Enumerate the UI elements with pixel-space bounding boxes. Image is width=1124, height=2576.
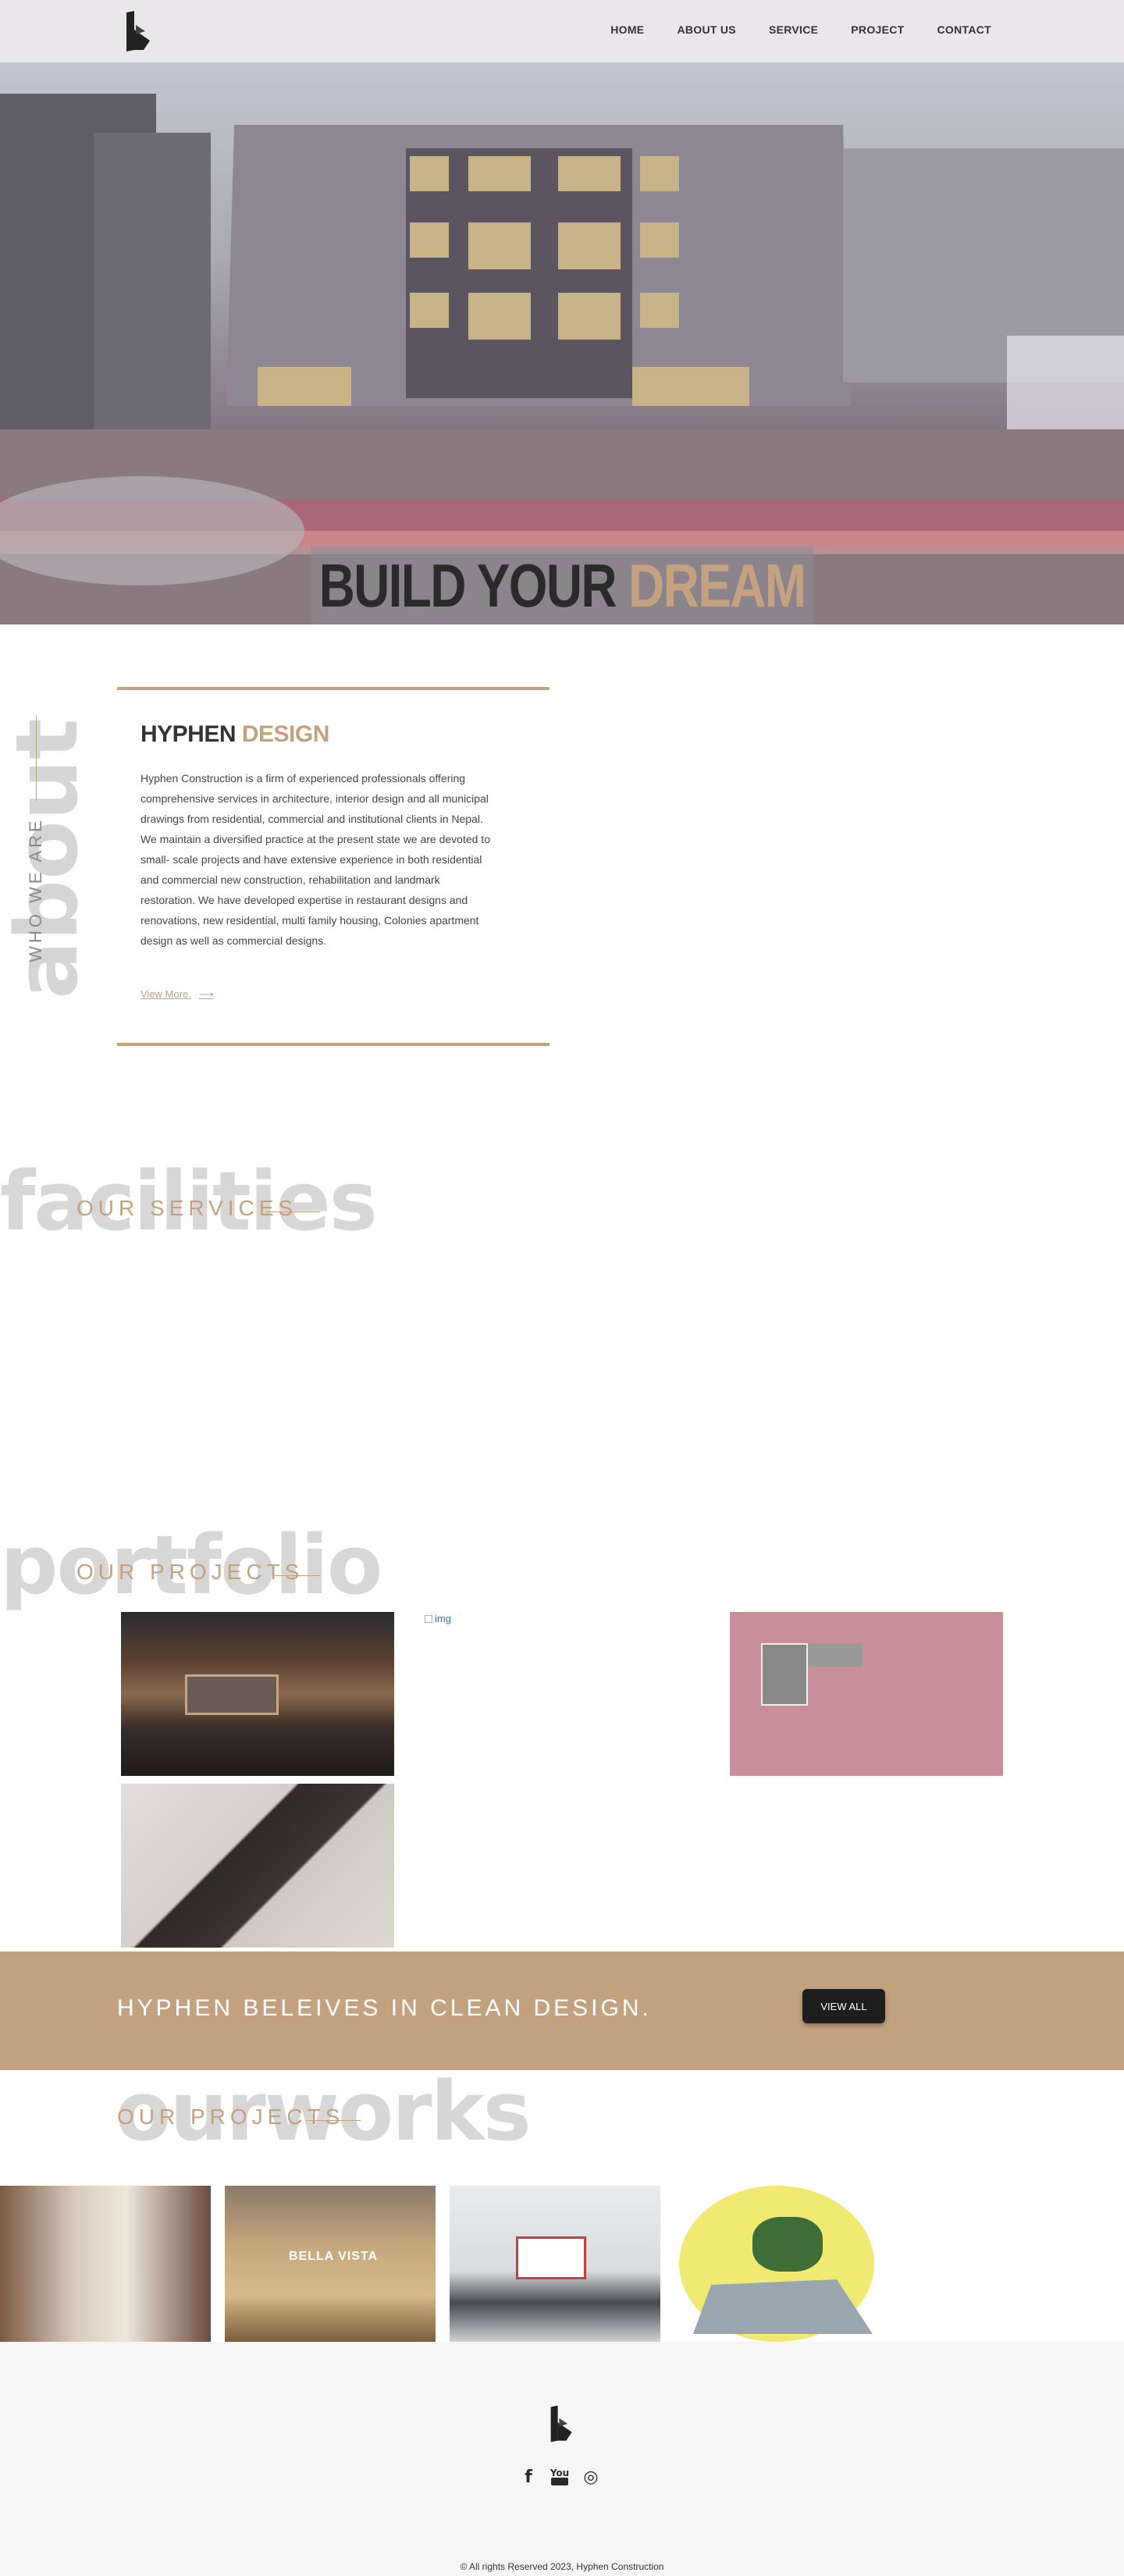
park-tree [752,2217,823,2272]
nav-project[interactable]: PROJECT [851,23,904,36]
view-more-link[interactable]: View More ⟶ [140,988,213,1001]
project-thumb-floor-plan[interactable] [730,1612,1003,1776]
works-label-line [306,2120,361,2121]
instagram-icon[interactable]: ◎ [581,2467,601,2487]
main-nav: HOME ABOUT US SERVICE PROJECT CONTACT [610,23,991,36]
hero-banner: BUILD YOUR DREAM HOUSE [0,62,1124,624]
about-title-gold: DESIGN [241,721,330,747]
page: HOME ABOUT US SERVICE PROJECT CONTACT BU… [0,0,1124,2576]
work-thumb-bella-vista[interactable]: BELLA VISTA [225,2186,436,2342]
view-more-label: View More [140,988,189,1000]
work-thumb-office[interactable] [450,2186,660,2342]
broken-image-icon [425,1615,432,1623]
hero-tagline: BUILD YOUR DREAM HOUSE [311,546,813,624]
about-title-dark: HYPHEN [140,721,237,747]
portfolio-label-line [273,1575,320,1576]
clean-design-banner: HYPHEN BELEIVES IN CLEAN DESIGN. VIEW AL… [0,1952,1124,2070]
footer-logo[interactable] [548,2404,576,2443]
view-all-button[interactable]: VIEW ALL [802,1989,885,2023]
project-thumb-interior[interactable] [121,1612,394,1776]
works-label: OUR PROJECTS [117,2105,345,2129]
arrow-right-icon: ⟶ [198,988,214,1000]
project-thumb-cabinet[interactable] [121,1784,394,1948]
nav-home[interactable]: HOME [610,23,644,36]
copyright-text: © All rights Reserved 2023, Hyphen Const… [460,2561,664,2572]
social-links: f You ◎ [518,2467,601,2487]
portfolio-label: OUR PROJECTS [76,1560,304,1584]
nav-service[interactable]: SERVICE [769,23,818,36]
site-header: HOME ABOUT US SERVICE PROJECT CONTACT [0,0,1124,62]
services-label: OUR SERVICES [76,1196,298,1220]
who-we-are-label: WHO WE ARE [26,817,45,962]
hero-tagline-dark: BUILD YOUR [318,551,617,620]
work-thumb-living-room[interactable] [0,2186,211,2342]
facebook-icon[interactable]: f [518,2467,539,2487]
hero-building-image [0,62,1124,624]
site-footer: f You ◎ © All rights Reserved 2023, Hyph… [0,2342,1124,2576]
project-thumb-frame [185,1674,279,1715]
bella-vista-sign: BELLA VISTA [289,2250,379,2263]
about-card: HYPHEN DESIGN Hyphen Construction is a f… [117,687,550,1046]
hyphen-logo[interactable] [123,11,155,52]
project-thumb-broken-image[interactable]: img [425,1613,451,1624]
broken-image-alt: img [435,1613,451,1624]
about-description: Hyphen Construction is a firm of experie… [140,772,490,947]
nav-contact[interactable]: CONTACT [937,23,992,36]
banner-text: HYPHEN BELEIVES IN CLEAN DESIGN. [117,1995,652,2021]
office-screen [516,2236,586,2279]
floor-plan-block [761,1643,808,1706]
about-title: HYPHEN DESIGN [140,721,329,748]
floor-plan-block [808,1643,863,1667]
work-thumb-park[interactable] [674,2186,885,2342]
nav-about-us[interactable]: ABOUT US [677,23,736,36]
youtube-icon[interactable]: You [550,2467,570,2487]
about-ghost-heading: about [0,718,97,999]
